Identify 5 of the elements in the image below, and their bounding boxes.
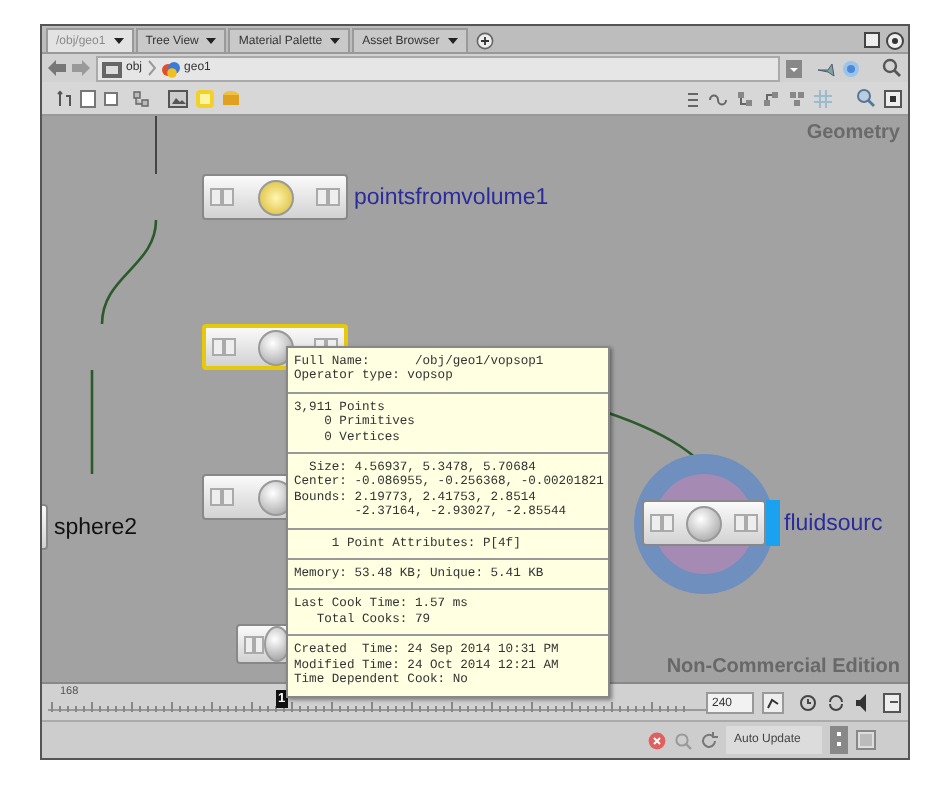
node-label: pointsfromvolume1	[354, 183, 549, 213]
network-type-label: Geometry	[806, 122, 900, 144]
node-label: sphere2	[54, 513, 138, 543]
node-label: fluidsourc	[784, 509, 883, 539]
edition-label: Non-Commercial Edition	[666, 656, 900, 678]
